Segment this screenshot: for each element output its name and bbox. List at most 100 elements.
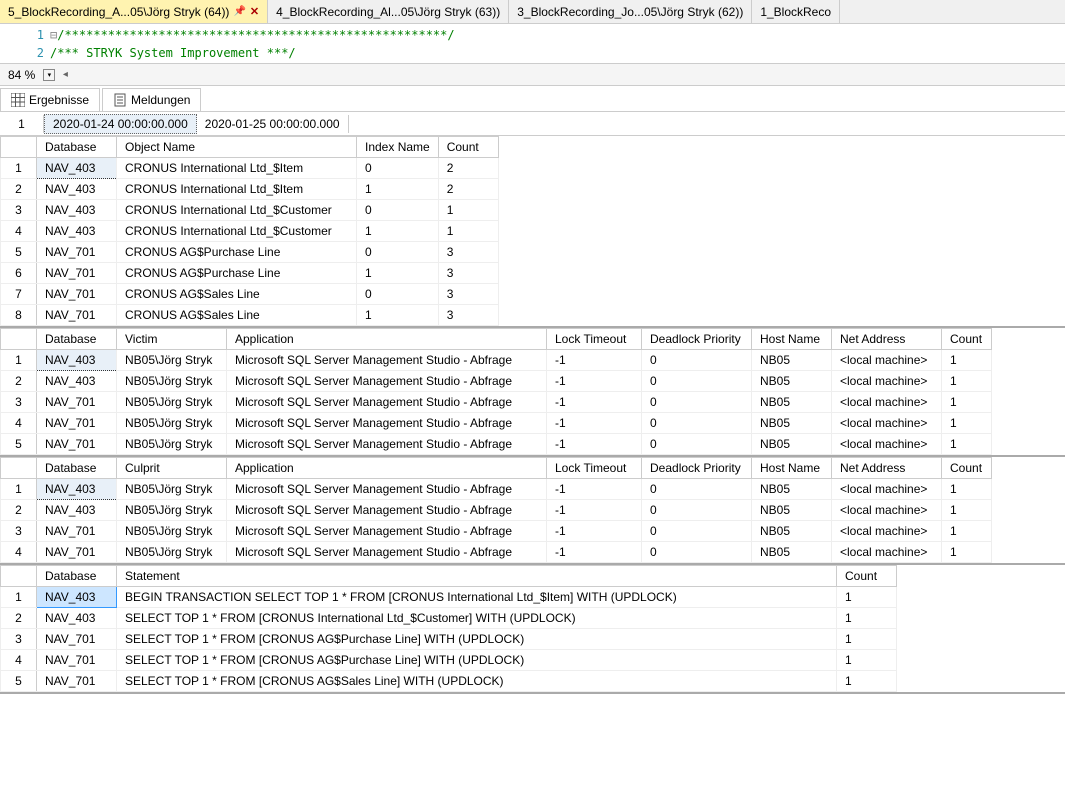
cell[interactable]: NAV_403 bbox=[37, 371, 117, 392]
column-header[interactable]: Net Address bbox=[832, 329, 942, 350]
cell[interactable]: NAV_403 bbox=[37, 200, 117, 221]
cell[interactable]: NAV_701 bbox=[37, 650, 117, 671]
column-header[interactable]: Culprit bbox=[117, 458, 227, 479]
results-grid-2[interactable]: DatabaseVictimApplicationLock TimeoutDea… bbox=[0, 328, 992, 455]
cell[interactable]: NAV_403 bbox=[37, 221, 117, 242]
table-row[interactable]: 5NAV_701CRONUS AG$Purchase Line03 bbox=[1, 242, 499, 263]
table-row[interactable]: 3NAV_403CRONUS International Ltd_$Custom… bbox=[1, 200, 499, 221]
tab-doc-3[interactable]: 3_BlockRecording_Jo...05\Jörg Stryk (62)… bbox=[509, 0, 752, 23]
tab-doc-1[interactable]: 1_BlockReco bbox=[752, 0, 840, 23]
cell[interactable]: NB05 bbox=[752, 500, 832, 521]
cell[interactable]: 1 bbox=[837, 650, 897, 671]
table-row[interactable]: 2NAV_403NB05\Jörg StrykMicrosoft SQL Ser… bbox=[1, 500, 992, 521]
cell[interactable]: NB05 bbox=[752, 413, 832, 434]
code-area[interactable]: ⊟/**************************************… bbox=[50, 24, 1065, 63]
cell[interactable]: SELECT TOP 1 * FROM [CRONUS Internationa… bbox=[117, 608, 837, 629]
cell[interactable]: NB05\Jörg Stryk bbox=[117, 371, 227, 392]
table-row[interactable]: 1NAV_403CRONUS International Ltd_$Item02 bbox=[1, 158, 499, 179]
cell[interactable]: 2 bbox=[438, 179, 498, 200]
results-grid-1[interactable]: DatabaseObject NameIndex NameCount1NAV_4… bbox=[0, 136, 499, 326]
table-row[interactable]: 2NAV_403CRONUS International Ltd_$Item12 bbox=[1, 179, 499, 200]
cell[interactable]: 0 bbox=[642, 542, 752, 563]
cell[interactable]: NAV_403 bbox=[37, 608, 117, 629]
cell[interactable]: NAV_701 bbox=[37, 434, 117, 455]
cell[interactable]: 1 bbox=[438, 221, 498, 242]
column-header[interactable]: Net Address bbox=[832, 458, 942, 479]
column-header[interactable]: Lock Timeout bbox=[547, 458, 642, 479]
column-header[interactable]: Application bbox=[227, 458, 547, 479]
scroll-left-icon[interactable]: ◂ bbox=[59, 69, 71, 80]
cell[interactable]: 3 bbox=[438, 284, 498, 305]
cell[interactable]: NB05\Jörg Stryk bbox=[117, 392, 227, 413]
cell[interactable]: 0 bbox=[642, 479, 752, 500]
cell[interactable]: Microsoft SQL Server Management Studio -… bbox=[227, 434, 547, 455]
cell[interactable]: 1 bbox=[357, 263, 439, 284]
cell[interactable]: NB05\Jörg Stryk bbox=[117, 434, 227, 455]
cell[interactable]: 0 bbox=[642, 350, 752, 371]
cell[interactable]: 0 bbox=[357, 284, 439, 305]
cell[interactable]: 1 bbox=[357, 221, 439, 242]
cell[interactable]: NB05\Jörg Stryk bbox=[117, 350, 227, 371]
cell[interactable]: <local machine> bbox=[832, 413, 942, 434]
cell[interactable]: 0 bbox=[642, 521, 752, 542]
cell[interactable]: SELECT TOP 1 * FROM [CRONUS AG$Purchase … bbox=[117, 650, 837, 671]
cell[interactable]: 0 bbox=[642, 392, 752, 413]
column-header[interactable]: Deadlock Priority bbox=[642, 329, 752, 350]
table-row[interactable]: 1NAV_403NB05\Jörg StrykMicrosoft SQL Ser… bbox=[1, 479, 992, 500]
column-header[interactable]: Count bbox=[942, 458, 992, 479]
cell[interactable]: NB05\Jörg Stryk bbox=[117, 542, 227, 563]
cell[interactable]: NAV_701 bbox=[37, 671, 117, 692]
cell[interactable]: 1 bbox=[942, 371, 992, 392]
cell[interactable]: NB05 bbox=[752, 542, 832, 563]
cell[interactable]: NB05 bbox=[752, 479, 832, 500]
cell[interactable]: 0 bbox=[642, 413, 752, 434]
cell[interactable]: NAV_403 bbox=[37, 500, 117, 521]
cell[interactable]: -1 bbox=[547, 413, 642, 434]
cell[interactable]: 1 bbox=[942, 521, 992, 542]
table-row[interactable]: 2NAV_403 SELECT TOP 1 * FROM [CRONUS Int… bbox=[1, 608, 897, 629]
cell[interactable]: NAV_701 bbox=[37, 542, 117, 563]
cell[interactable]: 1 bbox=[837, 629, 897, 650]
cell[interactable]: NB05 bbox=[752, 521, 832, 542]
tab-doc-5[interactable]: 5_BlockRecording_A...05\Jörg Stryk (64))… bbox=[0, 0, 268, 23]
table-row[interactable]: 1NAV_403 BEGIN TRANSACTION SELECT TOP 1 … bbox=[1, 587, 897, 608]
cell[interactable]: 1 bbox=[357, 179, 439, 200]
cell[interactable]: 1 bbox=[438, 200, 498, 221]
cell[interactable]: NAV_701 bbox=[37, 392, 117, 413]
cell[interactable]: CRONUS AG$Purchase Line bbox=[117, 242, 357, 263]
cell[interactable]: NAV_403 bbox=[37, 179, 117, 200]
code-editor[interactable]: 1 2 ⊟/**********************************… bbox=[0, 24, 1065, 64]
cell[interactable]: Microsoft SQL Server Management Studio -… bbox=[227, 371, 547, 392]
cell[interactable]: -1 bbox=[547, 542, 642, 563]
cell[interactable]: Microsoft SQL Server Management Studio -… bbox=[227, 413, 547, 434]
cell[interactable]: CRONUS AG$Sales Line bbox=[117, 305, 357, 326]
cell[interactable]: Microsoft SQL Server Management Studio -… bbox=[227, 350, 547, 371]
table-row[interactable]: 3NAV_701 SELECT TOP 1 * FROM [CRONUS AG$… bbox=[1, 629, 897, 650]
cell[interactable]: <local machine> bbox=[832, 350, 942, 371]
table-row[interactable]: 3NAV_701NB05\Jörg StrykMicrosoft SQL Ser… bbox=[1, 521, 992, 542]
cell[interactable]: 3 bbox=[438, 305, 498, 326]
cell[interactable]: 0 bbox=[357, 242, 439, 263]
column-header[interactable]: Count bbox=[837, 566, 897, 587]
cell[interactable]: NAV_701 bbox=[37, 284, 117, 305]
cell[interactable]: 1 bbox=[357, 305, 439, 326]
zoom-dropdown-icon[interactable]: ▾ bbox=[43, 69, 55, 81]
cell[interactable]: 0 bbox=[357, 200, 439, 221]
cell[interactable]: NAV_403 bbox=[37, 587, 117, 608]
cell[interactable]: 1 bbox=[942, 434, 992, 455]
cell[interactable]: NAV_403 bbox=[37, 158, 117, 179]
cell[interactable]: NAV_701 bbox=[37, 629, 117, 650]
cell[interactable]: CRONUS International Ltd_$Item bbox=[117, 158, 357, 179]
cell[interactable]: CRONUS International Ltd_$Customer bbox=[117, 200, 357, 221]
cell[interactable]: 1 bbox=[942, 350, 992, 371]
cell[interactable]: 0 bbox=[642, 434, 752, 455]
cell[interactable]: <local machine> bbox=[832, 500, 942, 521]
table-row[interactable]: 4NAV_403CRONUS International Ltd_$Custom… bbox=[1, 221, 499, 242]
table-row[interactable]: 3NAV_701NB05\Jörg StrykMicrosoft SQL Ser… bbox=[1, 392, 992, 413]
cell[interactable]: <local machine> bbox=[832, 434, 942, 455]
column-header[interactable]: Index Name bbox=[357, 137, 439, 158]
cell[interactable]: CRONUS International Ltd_$Customer bbox=[117, 221, 357, 242]
cell[interactable]: NB05\Jörg Stryk bbox=[117, 500, 227, 521]
table-row[interactable]: 4NAV_701 SELECT TOP 1 * FROM [CRONUS AG$… bbox=[1, 650, 897, 671]
cell[interactable]: CRONUS AG$Sales Line bbox=[117, 284, 357, 305]
